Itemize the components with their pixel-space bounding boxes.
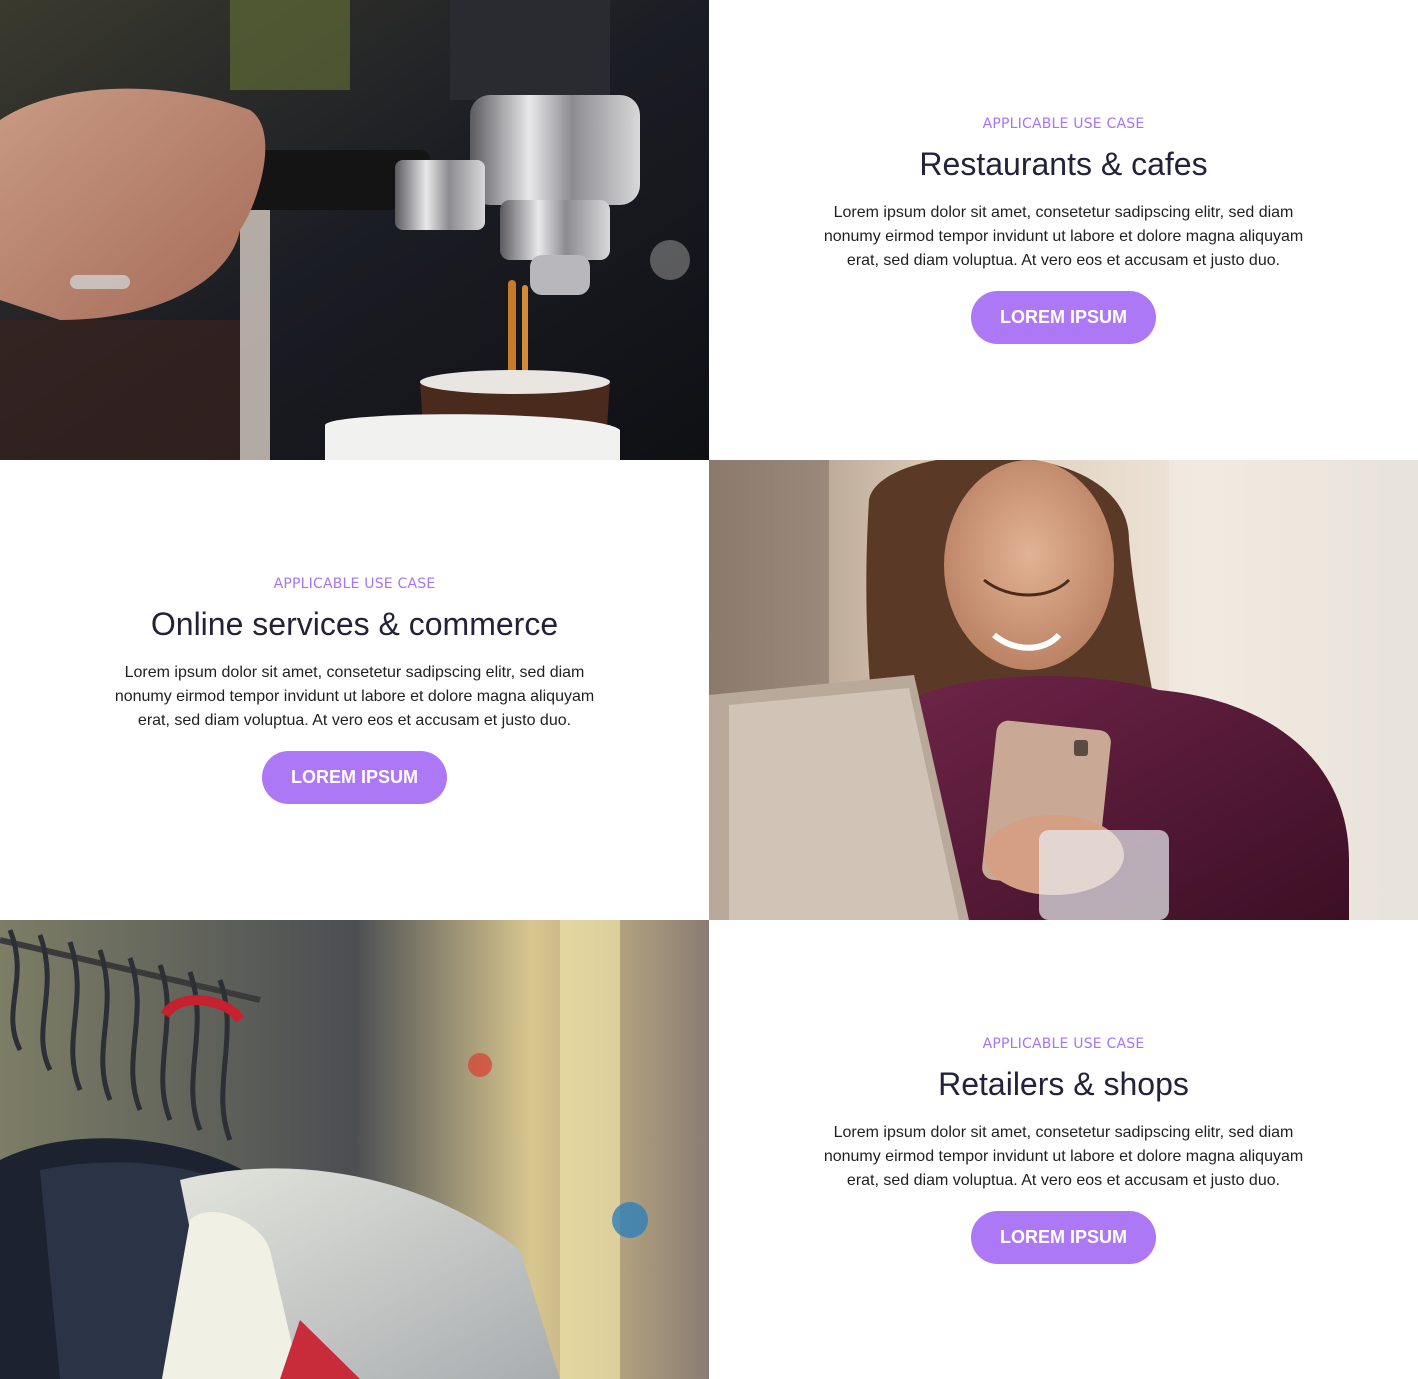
use-case-eyebrow: APPLICABLE USE CASE	[982, 116, 1145, 132]
woman-with-phone-image	[709, 460, 1418, 920]
use-case-eyebrow: APPLICABLE USE CASE	[273, 576, 436, 592]
use-case-online-services: APPLICABLE USE CASE Online services & co…	[0, 460, 709, 920]
use-case-description: Lorem ipsum dolor sit amet, consetetur s…	[823, 1123, 1304, 1189]
clothing-rack-image	[0, 920, 709, 1379]
use-case-description: Lorem ipsum dolor sit amet, consetetur s…	[114, 664, 595, 729]
woman-with-phone-photo	[709, 460, 1418, 920]
lorem-ipsum-button[interactable]: LOREM IPSUM	[262, 751, 447, 804]
use-case-restaurants: APPLICABLE USE CASE Restaurants & cafes …	[709, 0, 1418, 460]
use-case-title: Retailers & shops	[938, 1065, 1189, 1102]
use-case-title: Online services & commerce	[150, 606, 559, 642]
clothing-rack-photo	[0, 920, 709, 1379]
lorem-ipsum-button[interactable]: LOREM IPSUM	[971, 291, 1156, 344]
espresso-machine-image	[0, 0, 709, 460]
espresso-machine-photo	[0, 0, 709, 460]
use-case-title: Restaurants & cafes	[919, 146, 1208, 182]
use-case-eyebrow: APPLICABLE USE CASE	[982, 1035, 1145, 1052]
use-case-description: Lorem ipsum dolor sit amet, consetetur s…	[823, 204, 1304, 269]
use-case-retailers: APPLICABLE USE CASE Retailers & shops Lo…	[709, 920, 1418, 1379]
lorem-ipsum-button[interactable]: LOREM IPSUM	[971, 1210, 1156, 1264]
use-case-grid: APPLICABLE USE CASE Restaurants & cafes …	[0, 0, 1418, 1379]
